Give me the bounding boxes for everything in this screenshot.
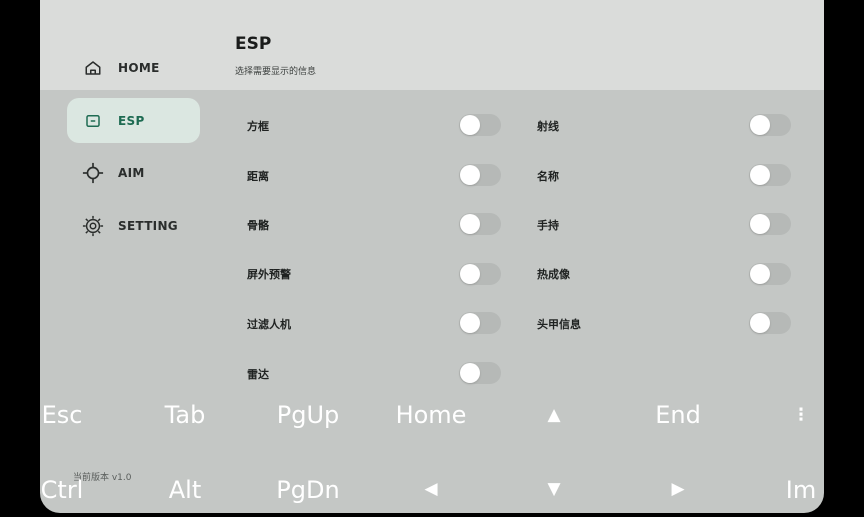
option-label-held-item: 手持 <box>537 219 559 232</box>
key-alt[interactable]: Alt <box>169 478 202 502</box>
toggle-knob <box>750 313 770 333</box>
key-home[interactable]: Home <box>396 403 467 427</box>
toggle-knob <box>750 165 770 185</box>
toggle-knob <box>460 115 480 135</box>
toggle-knob <box>460 313 480 333</box>
key-left-arrow[interactable]: ◀ <box>424 481 437 498</box>
sidebar-item-label: ESP <box>118 113 145 128</box>
app-window: HOME ESP AIM SETTING 当前版本 v1.0 ESP 选择需要显… <box>40 0 824 513</box>
sidebar-item-home[interactable]: HOME <box>67 45 200 90</box>
key-tab[interactable]: Tab <box>165 403 206 427</box>
toggle-knob <box>460 214 480 234</box>
sidebar-item-label: AIM <box>118 165 145 180</box>
gear-icon <box>81 214 105 238</box>
toggle-knob <box>750 264 770 284</box>
toggle-box[interactable] <box>459 114 501 136</box>
option-label-helmet-armor: 头甲信息 <box>537 318 581 331</box>
sidebar-item-label: SETTING <box>118 218 178 233</box>
key-pgdn[interactable]: PgDn <box>276 478 339 502</box>
key-ime[interactable]: Im <box>786 478 816 502</box>
esp-icon <box>81 109 105 133</box>
key-up-arrow[interactable]: ▲ <box>547 407 560 424</box>
key-more-menu[interactable]: ⋮ <box>793 407 810 424</box>
option-label-offscreen-warning: 屏外预警 <box>247 268 291 281</box>
toggle-knob <box>750 115 770 135</box>
page-title: ESP <box>235 34 272 54</box>
toggle-thermal[interactable] <box>749 263 791 285</box>
option-label-filter-bots: 过滤人机 <box>247 318 291 331</box>
toggle-radar[interactable] <box>459 362 501 384</box>
sidebar-item-esp[interactable]: ESP <box>67 98 200 143</box>
sidebar-item-setting[interactable]: SETTING <box>67 203 200 248</box>
crosshair-icon <box>81 161 105 185</box>
page-subtitle: 选择需要显示的信息 <box>235 67 317 77</box>
home-icon <box>81 56 105 80</box>
key-esc[interactable]: Esc <box>42 403 83 427</box>
option-label-ray: 射线 <box>537 120 559 133</box>
toggle-held-item[interactable] <box>749 213 791 235</box>
toggle-helmet-armor[interactable] <box>749 312 791 334</box>
key-right-arrow[interactable]: ▶ <box>671 481 684 498</box>
sidebar-item-label: HOME <box>118 60 160 75</box>
key-pgup[interactable]: PgUp <box>277 403 340 427</box>
sidebar: HOME ESP AIM SETTING 当前版本 v1.0 <box>40 0 220 513</box>
key-down-arrow[interactable]: ▼ <box>547 481 560 498</box>
key-ctrl[interactable]: Ctrl <box>41 478 84 502</box>
option-label-radar: 雷达 <box>247 368 269 381</box>
option-label-distance: 距离 <box>247 170 269 183</box>
toggle-ray[interactable] <box>749 114 791 136</box>
toggle-skeleton[interactable] <box>459 213 501 235</box>
toggle-filter-bots[interactable] <box>459 312 501 334</box>
option-label-thermal: 热成像 <box>537 268 570 281</box>
toggle-name[interactable] <box>749 164 791 186</box>
toggle-knob <box>460 264 480 284</box>
option-label-name: 名称 <box>537 170 559 183</box>
key-end[interactable]: End <box>655 403 701 427</box>
toggle-distance[interactable] <box>459 164 501 186</box>
toggle-offscreen-warning[interactable] <box>459 263 501 285</box>
toggle-knob <box>460 165 480 185</box>
option-label-skeleton: 骨骼 <box>247 219 269 232</box>
option-label-box: 方框 <box>247 120 269 133</box>
toggle-knob <box>460 363 480 383</box>
sidebar-item-aim[interactable]: AIM <box>67 150 200 195</box>
toggle-knob <box>750 214 770 234</box>
